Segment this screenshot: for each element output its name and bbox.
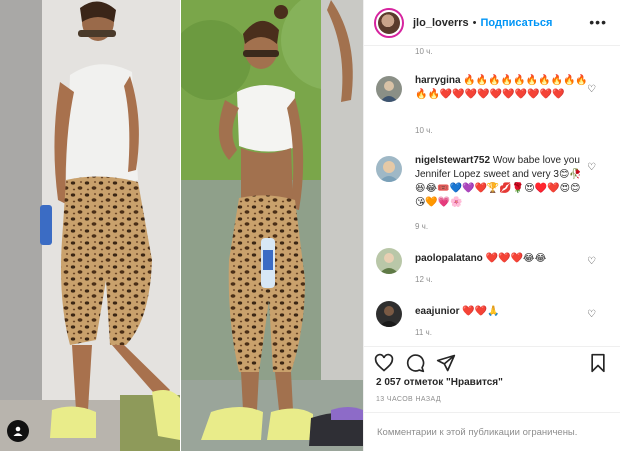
comments-list[interactable]: 10 ч. harrygina 🔥🔥🔥🔥🔥🔥🔥🔥🔥🔥🔥🔥❤️❤️❤️❤️❤️❤️… [364, 46, 620, 346]
photo-left [0, 0, 180, 451]
comment-time: 9 ч. [415, 222, 429, 231]
heart-outline-icon[interactable]: ♡ [587, 162, 596, 173]
previous-comment-time: 10 ч. [415, 47, 433, 56]
heart-outline-icon[interactable]: ♡ [587, 84, 596, 95]
comment-username[interactable]: harrygina [415, 75, 461, 86]
comment-time: 12 ч. [415, 275, 433, 284]
post-timestamp: 13 ЧАСОВ НАЗАД [376, 396, 441, 403]
header-separator: • [472, 16, 477, 29]
post-side-panel: jlo_loverrs • Подписаться ••• 10 ч. harr… [363, 0, 620, 451]
author-avatar[interactable] [374, 7, 404, 38]
follow-button[interactable]: Подписаться [481, 17, 553, 29]
comment-time: 10 ч. [415, 126, 433, 135]
comment-username[interactable]: nigelstewart752 [415, 155, 490, 166]
post-header: jlo_loverrs • Подписаться ••• [364, 0, 620, 46]
bookmark-icon[interactable] [587, 352, 609, 374]
comments-footer: Комментарии к этой публикации ограничены… [364, 412, 620, 451]
comment-icon[interactable] [404, 352, 426, 374]
avatar[interactable] [376, 76, 402, 102]
more-horizontal-icon[interactable]: ••• [589, 15, 607, 29]
avatar[interactable] [376, 248, 402, 274]
post-photo[interactable] [0, 0, 363, 451]
comment-username[interactable]: eaajunior [415, 306, 459, 317]
likes-count[interactable]: 2 057 отметок "Нравится" [376, 377, 503, 388]
comments-limited-text: Комментарии к этой публикации ограничены… [377, 427, 578, 438]
heart-outline-icon[interactable] [373, 352, 395, 374]
comment-time: 11 ч. [415, 328, 432, 337]
photo-right [181, 0, 363, 451]
avatar[interactable] [376, 156, 402, 182]
heart-outline-icon[interactable]: ♡ [587, 309, 596, 320]
avatar[interactable] [376, 301, 402, 327]
user-tag-icon[interactable] [7, 420, 29, 442]
comment-text: ❤️❤️🙏 [462, 306, 500, 317]
send-icon[interactable] [435, 352, 457, 374]
post-actions [364, 346, 620, 376]
comment-username[interactable]: paolopalatano [415, 253, 483, 264]
heart-outline-icon[interactable]: ♡ [587, 256, 596, 267]
comment-text: ❤️❤️❤️😂😂 [485, 253, 547, 264]
author-username[interactable]: jlo_loverrs [413, 17, 469, 29]
